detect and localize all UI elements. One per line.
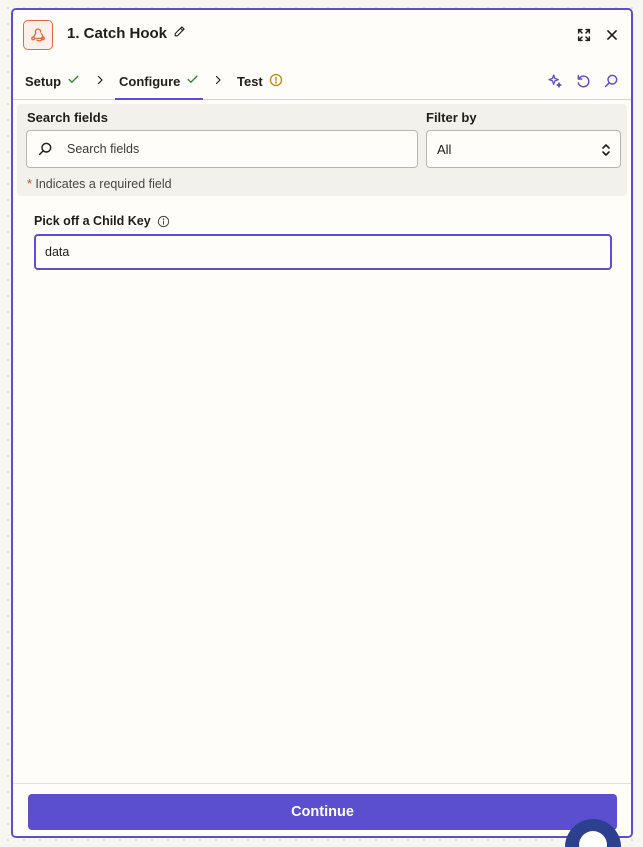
info-icon[interactable] [157,215,170,228]
webhook-icon [23,20,53,50]
chevron-right-icon [97,75,103,85]
tab-configure-label: Configure [119,73,181,89]
continue-button[interactable]: Continue [28,794,617,830]
check-icon [67,73,80,89]
tab-setup[interactable]: Setup [25,62,80,100]
tab-test[interactable]: Test [237,62,283,100]
required-note: * Indicates a required field [27,177,172,191]
tab-test-label: Test [237,73,263,89]
step-panel: 1. Catch Hook Setup Configure Test Searc… [11,8,633,838]
tab-configure[interactable]: Configure [114,62,204,100]
search-fields-label: Search fields [27,110,108,125]
tab-setup-label: Setup [25,73,62,89]
updown-chevron-icon [600,142,612,158]
close-icon[interactable] [602,25,622,45]
child-key-value: data [45,245,70,259]
sparkle-icon[interactable] [546,72,564,90]
child-key-label: Pick off a Child Key [34,214,170,228]
required-star: * [27,177,32,191]
step-tabs: Setup Configure Test [13,62,631,100]
filter-by-label: Filter by [426,110,477,125]
filter-by-value: All [437,141,452,157]
search-icon[interactable] [602,72,620,90]
child-key-input[interactable]: data [34,234,612,270]
child-key-label-text: Pick off a Child Key [34,214,151,228]
panel-footer: Continue [13,783,631,836]
pencil-icon[interactable] [173,25,186,42]
panel-header: 1. Catch Hook [13,10,631,62]
check-icon [186,73,199,89]
warning-icon [269,73,283,90]
undo-icon[interactable] [574,72,592,90]
search-fields-input-wrap[interactable] [26,130,418,168]
filter-by-select[interactable]: All [426,130,621,168]
field-filter-panel: Search fields Filter by All * Indicates … [17,104,627,196]
step-title[interactable]: 1. Catch Hook [67,25,186,42]
search-icon [37,141,53,157]
expand-icon[interactable] [574,25,594,45]
chevron-right-icon [215,75,221,85]
required-note-text: Indicates a required field [35,177,172,191]
search-fields-input[interactable] [67,142,397,156]
step-title-text: 1. Catch Hook [67,25,168,42]
